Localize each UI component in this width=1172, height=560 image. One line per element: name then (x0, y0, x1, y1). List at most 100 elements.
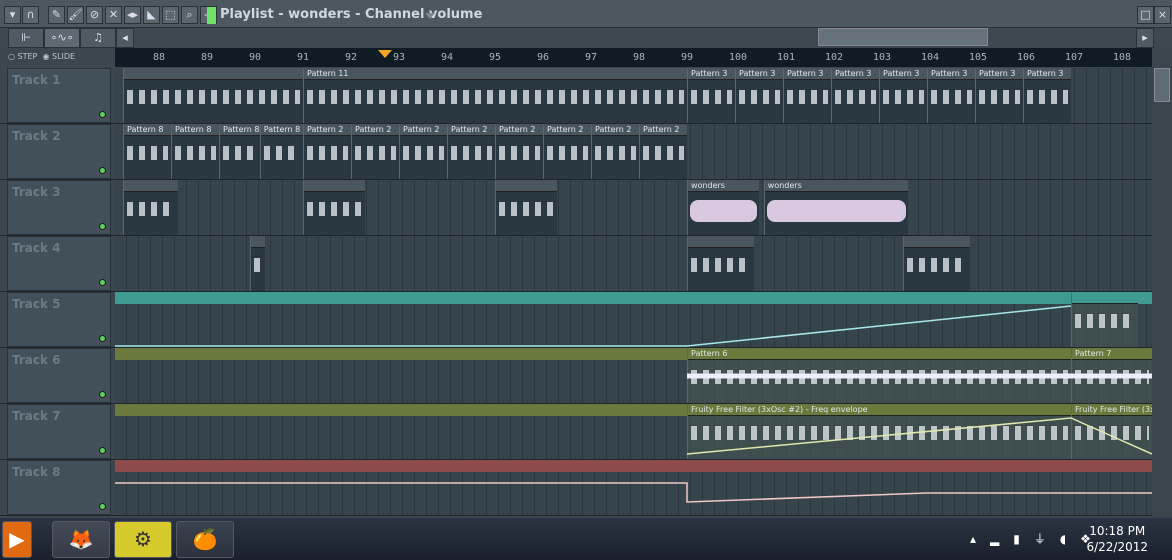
clip[interactable]: Pattern 3 (927, 68, 975, 123)
clip[interactable] (250, 236, 265, 291)
clip[interactable] (303, 180, 366, 235)
clip[interactable]: wonders (763, 180, 908, 235)
tab-automation-view[interactable]: ∘∿∘ (44, 28, 80, 48)
clip[interactable]: wonders (687, 180, 759, 235)
taskbar: ▶ 🦊 ⚙ 🍊 ▴▂▮⏚◖❖ 10:18 PM 6/22/2012 (0, 518, 1172, 560)
clip[interactable]: Pattern 2 (639, 124, 687, 179)
firefox-icon[interactable]: 🦊 (52, 521, 110, 558)
step-option[interactable]: STEP (18, 52, 38, 61)
clip[interactable]: Pattern 7 (1071, 348, 1152, 403)
track-mute-led[interactable] (99, 167, 106, 174)
clip[interactable]: Pattern 11 (303, 68, 687, 123)
delete-icon[interactable]: ⊘ (86, 6, 103, 24)
track-header[interactable]: Track 6 (7, 348, 111, 403)
track-header[interactable]: Track 8 (7, 460, 111, 515)
slice-icon[interactable]: ◣ (143, 6, 160, 24)
track-lane[interactable] (115, 236, 1152, 291)
clip-label: Pattern 3 (688, 68, 735, 80)
horizontal-scrollbar[interactable] (818, 28, 988, 46)
clip[interactable]: Fruity Free Filter (3xOsc #2) - Freq env… (1071, 404, 1152, 459)
track-header[interactable]: Track 2 (7, 124, 111, 179)
clip[interactable]: Pattern 6 (687, 348, 1071, 403)
track-mute-led[interactable] (99, 503, 106, 510)
pencil-icon[interactable]: ✎ (48, 6, 65, 24)
track-mute-led[interactable] (99, 335, 106, 342)
maximize-button[interactable]: □ (1137, 6, 1154, 24)
bar-number: 105 (969, 52, 988, 63)
bar-number: 100 (729, 52, 748, 63)
clip[interactable]: Pattern 3 (735, 68, 783, 123)
clip[interactable]: Pattern 3 (879, 68, 927, 123)
vertical-scrollbar[interactable] (1152, 48, 1172, 518)
clip[interactable]: Pattern 3 (687, 68, 735, 123)
fl-player-icon[interactable]: ▶ (2, 521, 32, 558)
tab-note-view[interactable]: ♫ (80, 28, 116, 48)
steam-icon[interactable]: ⚙ (114, 521, 172, 558)
clip[interactable]: Pattern 3 (1023, 68, 1071, 123)
scroll-right-button[interactable]: ▸ (1136, 28, 1154, 48)
clip-label (688, 236, 755, 248)
bar-number: 99 (681, 52, 694, 63)
bar-number: 93 (393, 52, 406, 63)
clip[interactable] (1071, 292, 1139, 347)
timeline-ruler[interactable]: 88 89 90 91 92 93 94 95 96 97 98 99 100 101 102 103 104 1… (115, 48, 1152, 67)
clip-label (124, 180, 179, 192)
clip[interactable]: Pattern 8 (123, 124, 171, 179)
clip[interactable]: Pattern 2 (399, 124, 447, 179)
clip[interactable]: Pattern 3 (831, 68, 879, 123)
clip-label: Pattern 3 (832, 68, 879, 80)
tray-icons[interactable]: ▴▂▮⏚◖❖ (970, 530, 1105, 547)
clip-content (1075, 314, 1136, 328)
track-mute-led[interactable] (99, 447, 106, 454)
clip[interactable]: Pattern 2 (447, 124, 495, 179)
track-mute-led[interactable] (99, 279, 106, 286)
clip[interactable]: Pattern 2 (303, 124, 351, 179)
clip[interactable]: Pattern 3 (975, 68, 1023, 123)
track-mute-led[interactable] (99, 111, 106, 118)
paint-brush-icon[interactable]: 🖌 (67, 6, 84, 24)
zoom-icon[interactable]: ⌕ (181, 6, 198, 24)
track-header[interactable]: Track 5 (7, 292, 111, 347)
clip[interactable]: Pattern 8 (219, 124, 260, 179)
track-lane[interactable] (115, 180, 1152, 235)
clip-content (787, 90, 828, 104)
bar-number: 89 (201, 52, 214, 63)
magnet-icon[interactable]: ∩ (22, 6, 39, 24)
select-icon[interactable]: ⬚ (162, 6, 179, 24)
track-header[interactable]: Track 3 (7, 180, 111, 235)
clip-label: wonders (764, 180, 908, 192)
close-button[interactable]: × (1154, 6, 1171, 24)
slip-icon[interactable]: ◂▸ (124, 6, 141, 24)
play-indicator[interactable] (207, 7, 216, 24)
menu-arrow-icon[interactable]: ▾ (4, 6, 21, 24)
playhead-marker[interactable] (377, 50, 392, 65)
clip[interactable]: Fruity Free Filter (3xOsc #2) - Freq env… (687, 404, 1071, 459)
fl-studio-icon[interactable]: 🍊 (176, 521, 234, 558)
track-header[interactable]: Track 7 (7, 404, 111, 459)
dropdown-arrow-icon[interactable] (425, 13, 435, 24)
clip[interactable]: Pattern 2 (351, 124, 399, 179)
clock[interactable]: 10:18 PM 6/22/2012 (1086, 523, 1148, 555)
clip[interactable]: Pattern 3 (783, 68, 831, 123)
track-header[interactable]: Track 1 (7, 68, 111, 123)
scroll-left-button[interactable]: ◂ (116, 28, 134, 48)
clip[interactable]: Pattern 2 (495, 124, 543, 179)
bar-number: 96 (537, 52, 550, 63)
track-header[interactable]: Track 4 (7, 236, 111, 291)
clip-label (904, 236, 971, 248)
clip[interactable]: Pattern 2 (591, 124, 639, 179)
clip[interactable] (123, 68, 303, 123)
clip[interactable] (687, 236, 755, 291)
clip[interactable] (495, 180, 558, 235)
clip[interactable]: Pattern 2 (543, 124, 591, 179)
clip[interactable]: Pattern 8 (259, 124, 303, 179)
track-mute-led[interactable] (99, 223, 106, 230)
scroll-thumb[interactable] (1154, 68, 1170, 102)
tab-pattern-view[interactable]: ⊩ (8, 28, 44, 48)
clip[interactable]: Pattern 8 (171, 124, 219, 179)
clip[interactable] (123, 180, 179, 235)
clip[interactable] (903, 236, 971, 291)
track-mute-led[interactable] (99, 391, 106, 398)
slide-option[interactable]: SLIDE (52, 52, 75, 61)
mute-icon[interactable]: ✕ (105, 6, 122, 24)
